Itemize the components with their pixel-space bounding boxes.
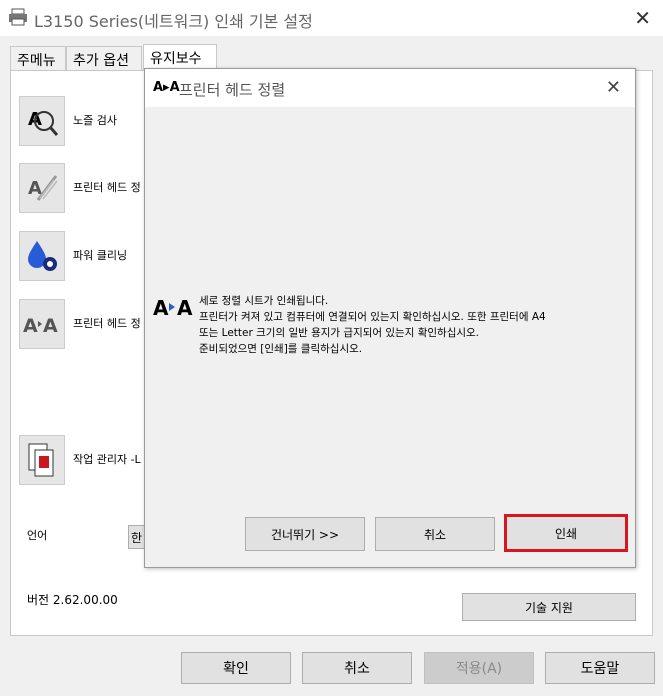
head-cleaning-icon[interactable]: A (19, 163, 65, 213)
menu-item-nozzle-check[interactable]: A 노즐 검사 (19, 96, 159, 148)
dialog-title: 프린터 헤드 정렬 (179, 81, 286, 99)
dialog-cancel-button[interactable]: 취소 (375, 517, 495, 551)
dialog-message: 세로 정렬 시트가 인쇄됩니다. 프린터가 켜져 있고 컴퓨터에 연결되어 있는… (199, 293, 619, 357)
tab-main[interactable]: 주메뉴 (10, 46, 66, 72)
svg-text:A: A (43, 315, 58, 337)
window-close-icon[interactable]: ✕ (634, 6, 651, 30)
ok-button[interactable]: 확인 (181, 652, 291, 684)
message-line: 준비되었으면 [인쇄]를 클릭하십시오. (199, 343, 363, 355)
dialog-title-bar: A▸A 프린터 헤드 정렬 ✕ (145, 69, 635, 107)
svg-text:A: A (23, 315, 38, 337)
language-label: 언어 (27, 529, 48, 542)
apply-button[interactable]: 적용(A) (424, 652, 534, 684)
menu-label: 노즐 검사 (73, 114, 117, 127)
version-text: 버전 2.62.00.00 (27, 593, 118, 607)
printer-icon (9, 8, 27, 26)
skip-button[interactable]: 건너뛰기 >> (245, 517, 365, 551)
alignment-large-icon: AA (153, 295, 195, 324)
job-manager-icon[interactable] (19, 435, 65, 485)
dialog-close-icon[interactable]: ✕ (606, 77, 621, 98)
message-line: 프린터가 켜져 있고 컴퓨터에 연결되어 있는지 확인하십시오. 또한 프린터에… (199, 311, 546, 323)
svg-text:A: A (153, 296, 169, 319)
menu-item-power-cleaning[interactable]: 파워 클리닝 (19, 231, 159, 283)
menu-item-job-manager[interactable]: 작업 관리자 -L (19, 435, 159, 487)
head-alignment-icon[interactable]: AA (19, 299, 65, 349)
window-title: L3150 Series(네트워크) 인쇄 기본 설정 (34, 12, 313, 31)
head-alignment-icon: A▸A (153, 80, 180, 95)
menu-item-head-cleaning[interactable]: A 프린터 헤드 정 (19, 163, 159, 215)
svg-text:A: A (177, 296, 193, 319)
message-line: 또는 Letter 크기의 일반 용지가 급지되어 있는지 확인하십시오. (199, 327, 480, 339)
menu-item-head-alignment[interactable]: AA 프린터 헤드 정 (19, 299, 159, 351)
title-bar: L3150 Series(네트워크) 인쇄 기본 설정 ✕ (0, 0, 663, 36)
menu-label: 파워 클리닝 (73, 249, 128, 262)
head-alignment-dialog: A▸A 프린터 헤드 정렬 ✕ AA 세로 정렬 시트가 인쇄됩니다. 프린터가… (144, 68, 636, 568)
power-cleaning-icon[interactable] (19, 231, 65, 281)
technical-support-button[interactable]: 기술 지원 (462, 593, 636, 621)
nozzle-check-icon[interactable]: A (19, 96, 65, 146)
help-button[interactable]: 도움말 (545, 652, 655, 684)
print-button[interactable]: 인쇄 (504, 514, 628, 552)
message-line: 세로 정렬 시트가 인쇄됩니다. (199, 295, 329, 307)
menu-label: 작업 관리자 -L (73, 453, 141, 466)
menu-label: 프린터 헤드 정 (73, 317, 141, 330)
cancel-button[interactable]: 취소 (302, 652, 412, 684)
menu-label: 프린터 헤드 정 (73, 181, 141, 194)
tab-more-options[interactable]: 추가 옵션 (66, 46, 142, 72)
